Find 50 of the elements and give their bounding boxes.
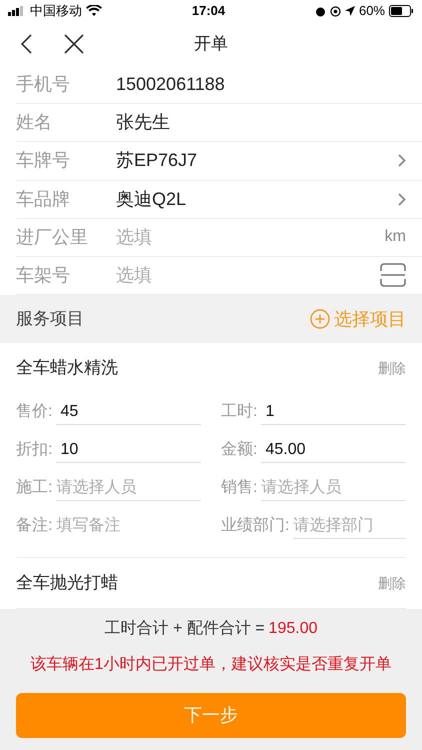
field-label: 业绩部门: [221, 516, 290, 536]
chevron-right-icon [398, 192, 406, 206]
section-title: 服务项目 [16, 308, 84, 330]
field-label: 车牌号 [16, 149, 71, 172]
signal-icon [8, 6, 26, 16]
summary-label: 工时合计 + 配件合计 = [104, 618, 265, 639]
input-field[interactable]: 选填 [116, 224, 385, 251]
field-value[interactable]: 奥迪Q2L [116, 186, 398, 213]
field-value[interactable]: 45.00 [261, 438, 406, 463]
service-name: 全车抛光打蜡 [16, 572, 118, 594]
carrier-name: 中国移动 [30, 2, 82, 20]
lock-rotation-icon [330, 6, 341, 16]
battery-icon [389, 5, 414, 17]
total-amount: 195.00 [268, 619, 318, 639]
input-field[interactable]: 填写备注 [56, 514, 201, 538]
back-icon[interactable] [20, 34, 32, 54]
battery-percent: 60% [358, 2, 385, 20]
unit-label: km [384, 227, 406, 248]
plus-circle-icon [310, 309, 330, 330]
field-label: 姓名 [16, 111, 53, 134]
field-label: 车架号 [16, 264, 71, 287]
page-title: 开单 [194, 33, 228, 56]
field-value: 张先生 [116, 111, 171, 134]
field-value[interactable]: 45 [56, 400, 201, 425]
field-label: 折扣: [16, 440, 52, 460]
field-value[interactable]: 1 [261, 400, 406, 425]
close-icon[interactable] [64, 34, 84, 54]
field-label: 工时: [221, 402, 258, 422]
wifi-icon [86, 5, 102, 17]
input-field[interactable]: 请选择人员 [56, 476, 201, 501]
field-label: 备注: [16, 516, 52, 536]
field-label: 施工: [16, 478, 52, 498]
input-field[interactable]: 选填 [116, 262, 380, 289]
location-icon [344, 6, 355, 16]
field-label: 金额: [221, 440, 258, 460]
warning-message: 该车辆在1小时内已开过单，建议核实是否重复开单 [30, 654, 392, 675]
input-field[interactable]: 请选择部门 [293, 514, 406, 539]
field-label: 车品牌 [16, 188, 71, 211]
status-time: 17:04 [192, 2, 226, 20]
field-value[interactable]: 苏EP76J7 [116, 147, 398, 174]
field-label: 售价: [16, 402, 52, 422]
chevron-right-icon [398, 154, 406, 168]
field-value: 15002061188 [116, 73, 226, 96]
field-value[interactable]: 10 [56, 438, 201, 463]
field-label: 进厂公里 [16, 226, 89, 249]
service-name: 全车蜡水精洗 [16, 357, 118, 380]
field-label: 手机号 [16, 73, 71, 96]
field-label: 销售: [221, 478, 258, 498]
scan-icon[interactable] [380, 263, 406, 288]
input-field[interactable]: 请选择人员 [261, 476, 406, 501]
